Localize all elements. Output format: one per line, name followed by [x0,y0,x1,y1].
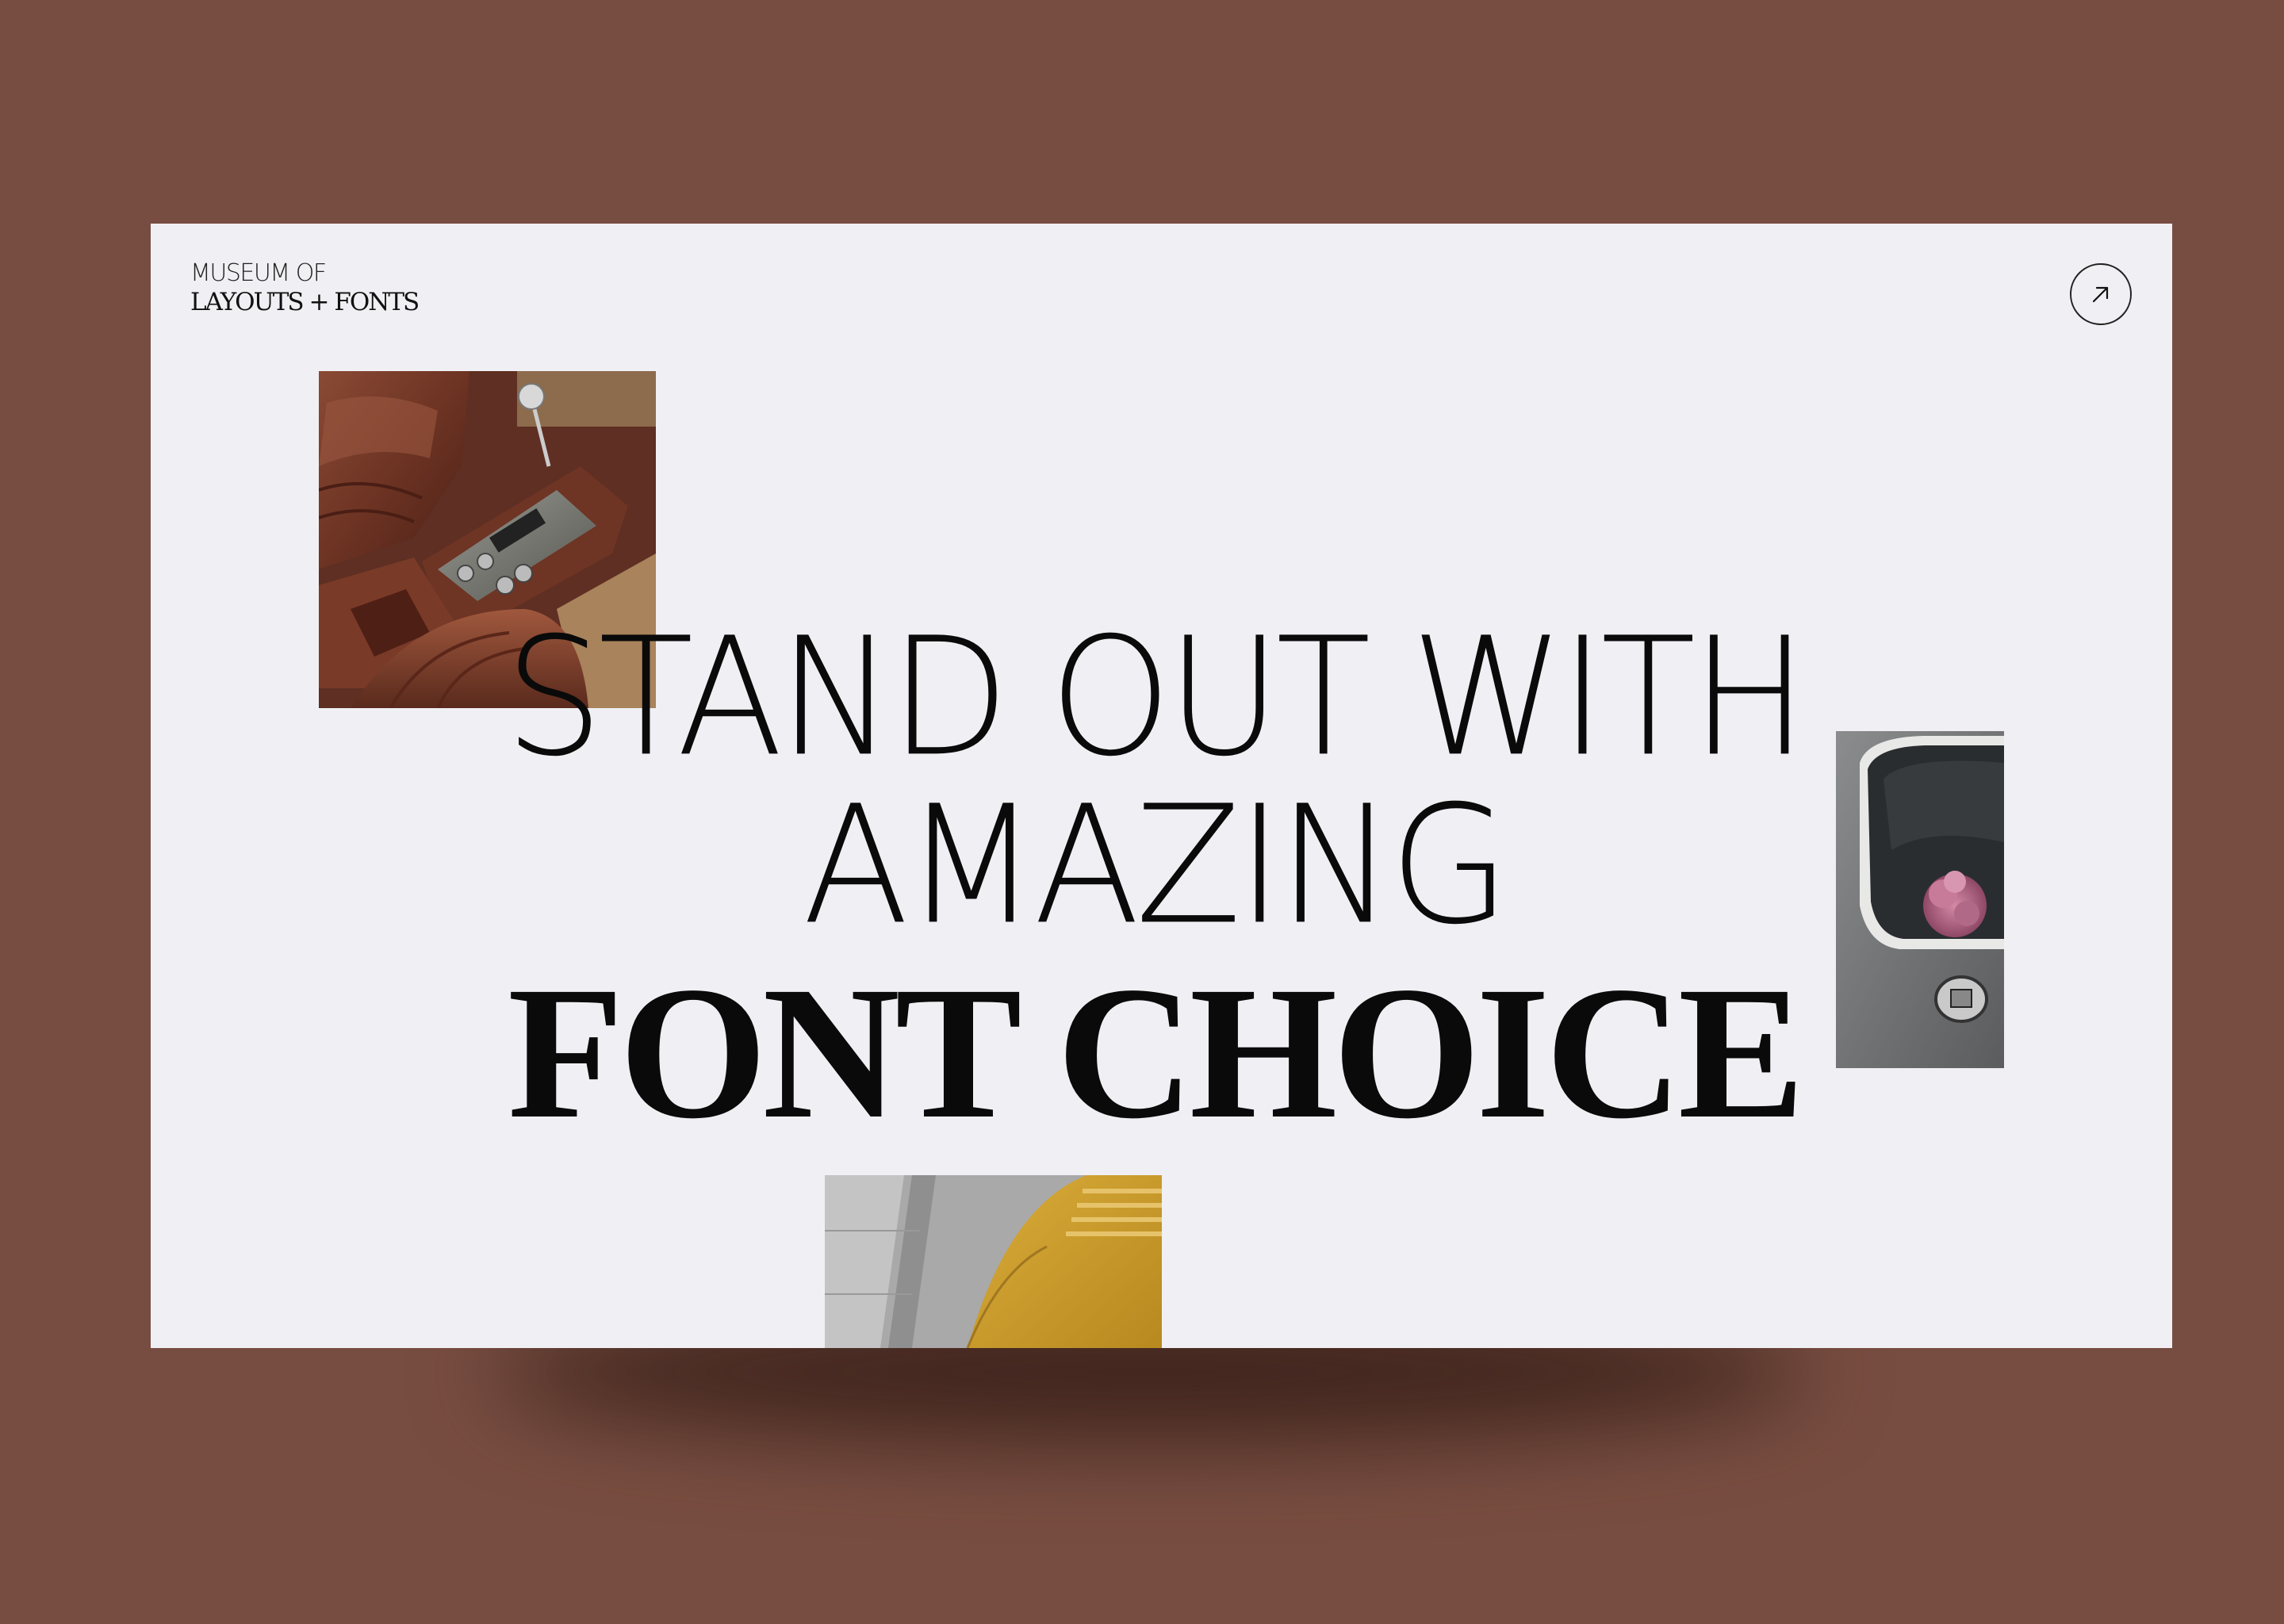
headline-line-3: FONT CHOICE [508,947,1805,1158]
headline-line-2: AMAZING [803,771,1510,961]
arrow-up-right-icon [2092,286,2109,303]
hero-page: MUSEUM OF LAYOUTS + FONTS STAND OUT WITH… [151,224,2172,1348]
brand-line-2: LAYOUTS + FONTS [190,288,420,316]
yellow-car-hood-photo [825,1175,1162,1348]
brand-line-1: MUSEUM OF [190,259,327,287]
headline-line-1: STAND OUT WITH [504,603,1807,793]
brand-logo[interactable]: MUSEUM OF LAYOUTS + FONTS [190,259,420,316]
open-link-button[interactable] [2070,263,2132,325]
